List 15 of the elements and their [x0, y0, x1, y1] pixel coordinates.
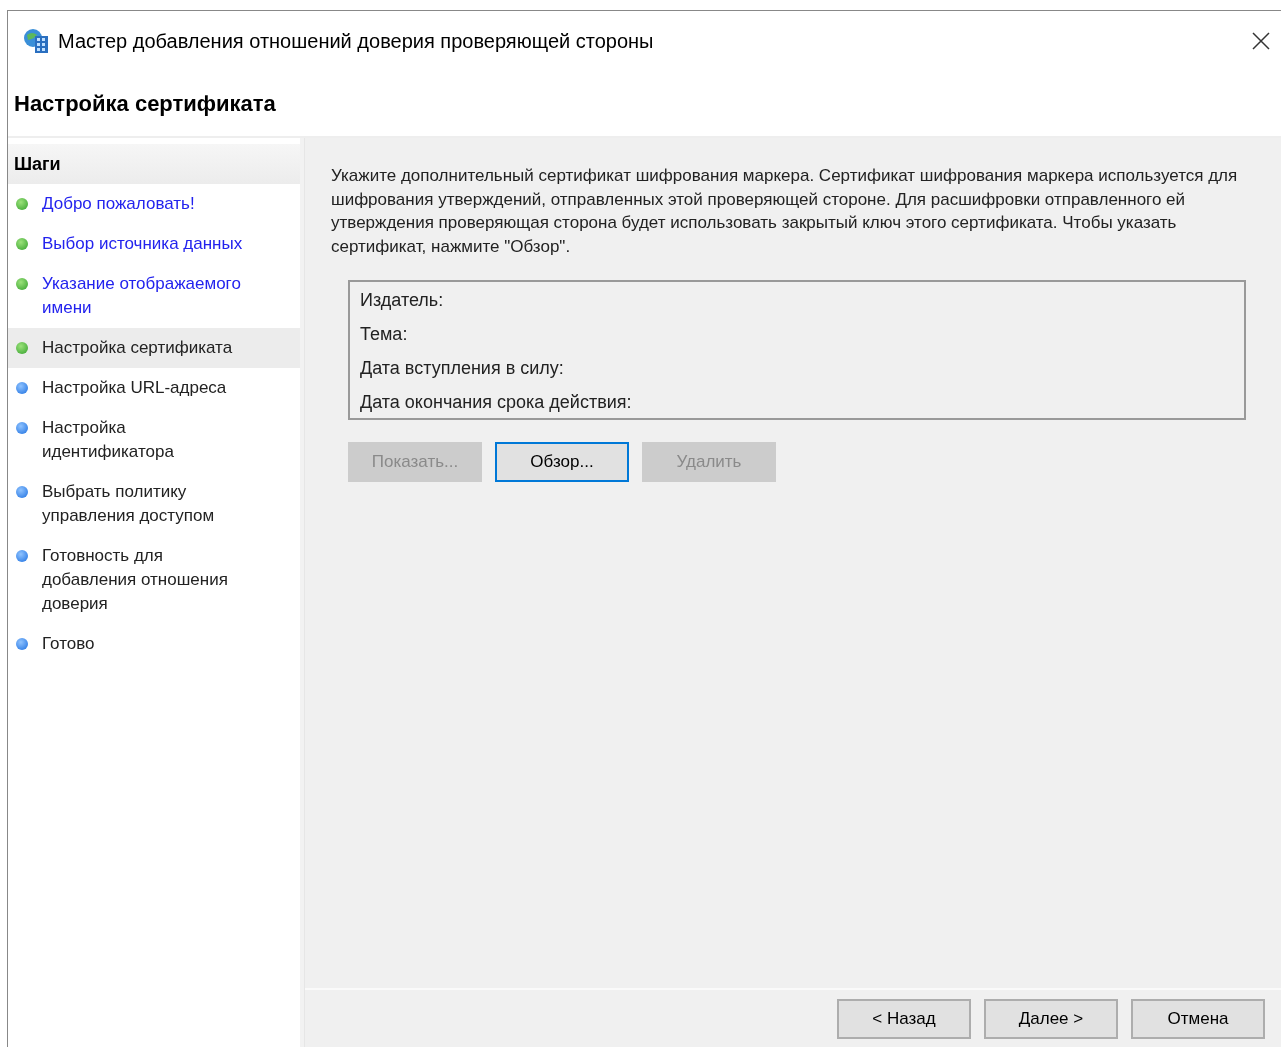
steps-header: Шаги — [8, 144, 300, 184]
field-label: Дата вступления в силу: — [360, 357, 565, 380]
action-button[interactable]: Обзор... — [495, 442, 629, 482]
window-title: Мастер добавления отношений доверия проверяющей стороны — [58, 29, 654, 54]
step-item[interactable]: Настройка сертификата — [8, 328, 300, 368]
action-button[interactable]: Далее > — [984, 998, 1118, 1039]
page-title: Настройка сертификата — [14, 90, 276, 118]
field-label: Дата окончания срока действия: — [360, 391, 633, 414]
description-text: Укажите дополнительный сертификат шифрования маркера. Сертификат шифрования маркера используется для шифрования утверждений, отправленных этой проверяющей стороне. Для расшифровки отправленного ей утверждения проверяющая сторона будет использовать закрытый ключ этого сертификата. Чтобы указать сертификат, нажмите "Обзор". — [331, 165, 1239, 258]
action-button[interactable]: < Назад — [837, 998, 971, 1039]
close-icon[interactable] — [1251, 31, 1271, 51]
field-label: Издатель: — [360, 289, 445, 312]
field-label: Тема: — [360, 323, 409, 346]
wizard-icon — [22, 27, 50, 55]
action-button[interactable]: Отмена — [1131, 998, 1265, 1039]
